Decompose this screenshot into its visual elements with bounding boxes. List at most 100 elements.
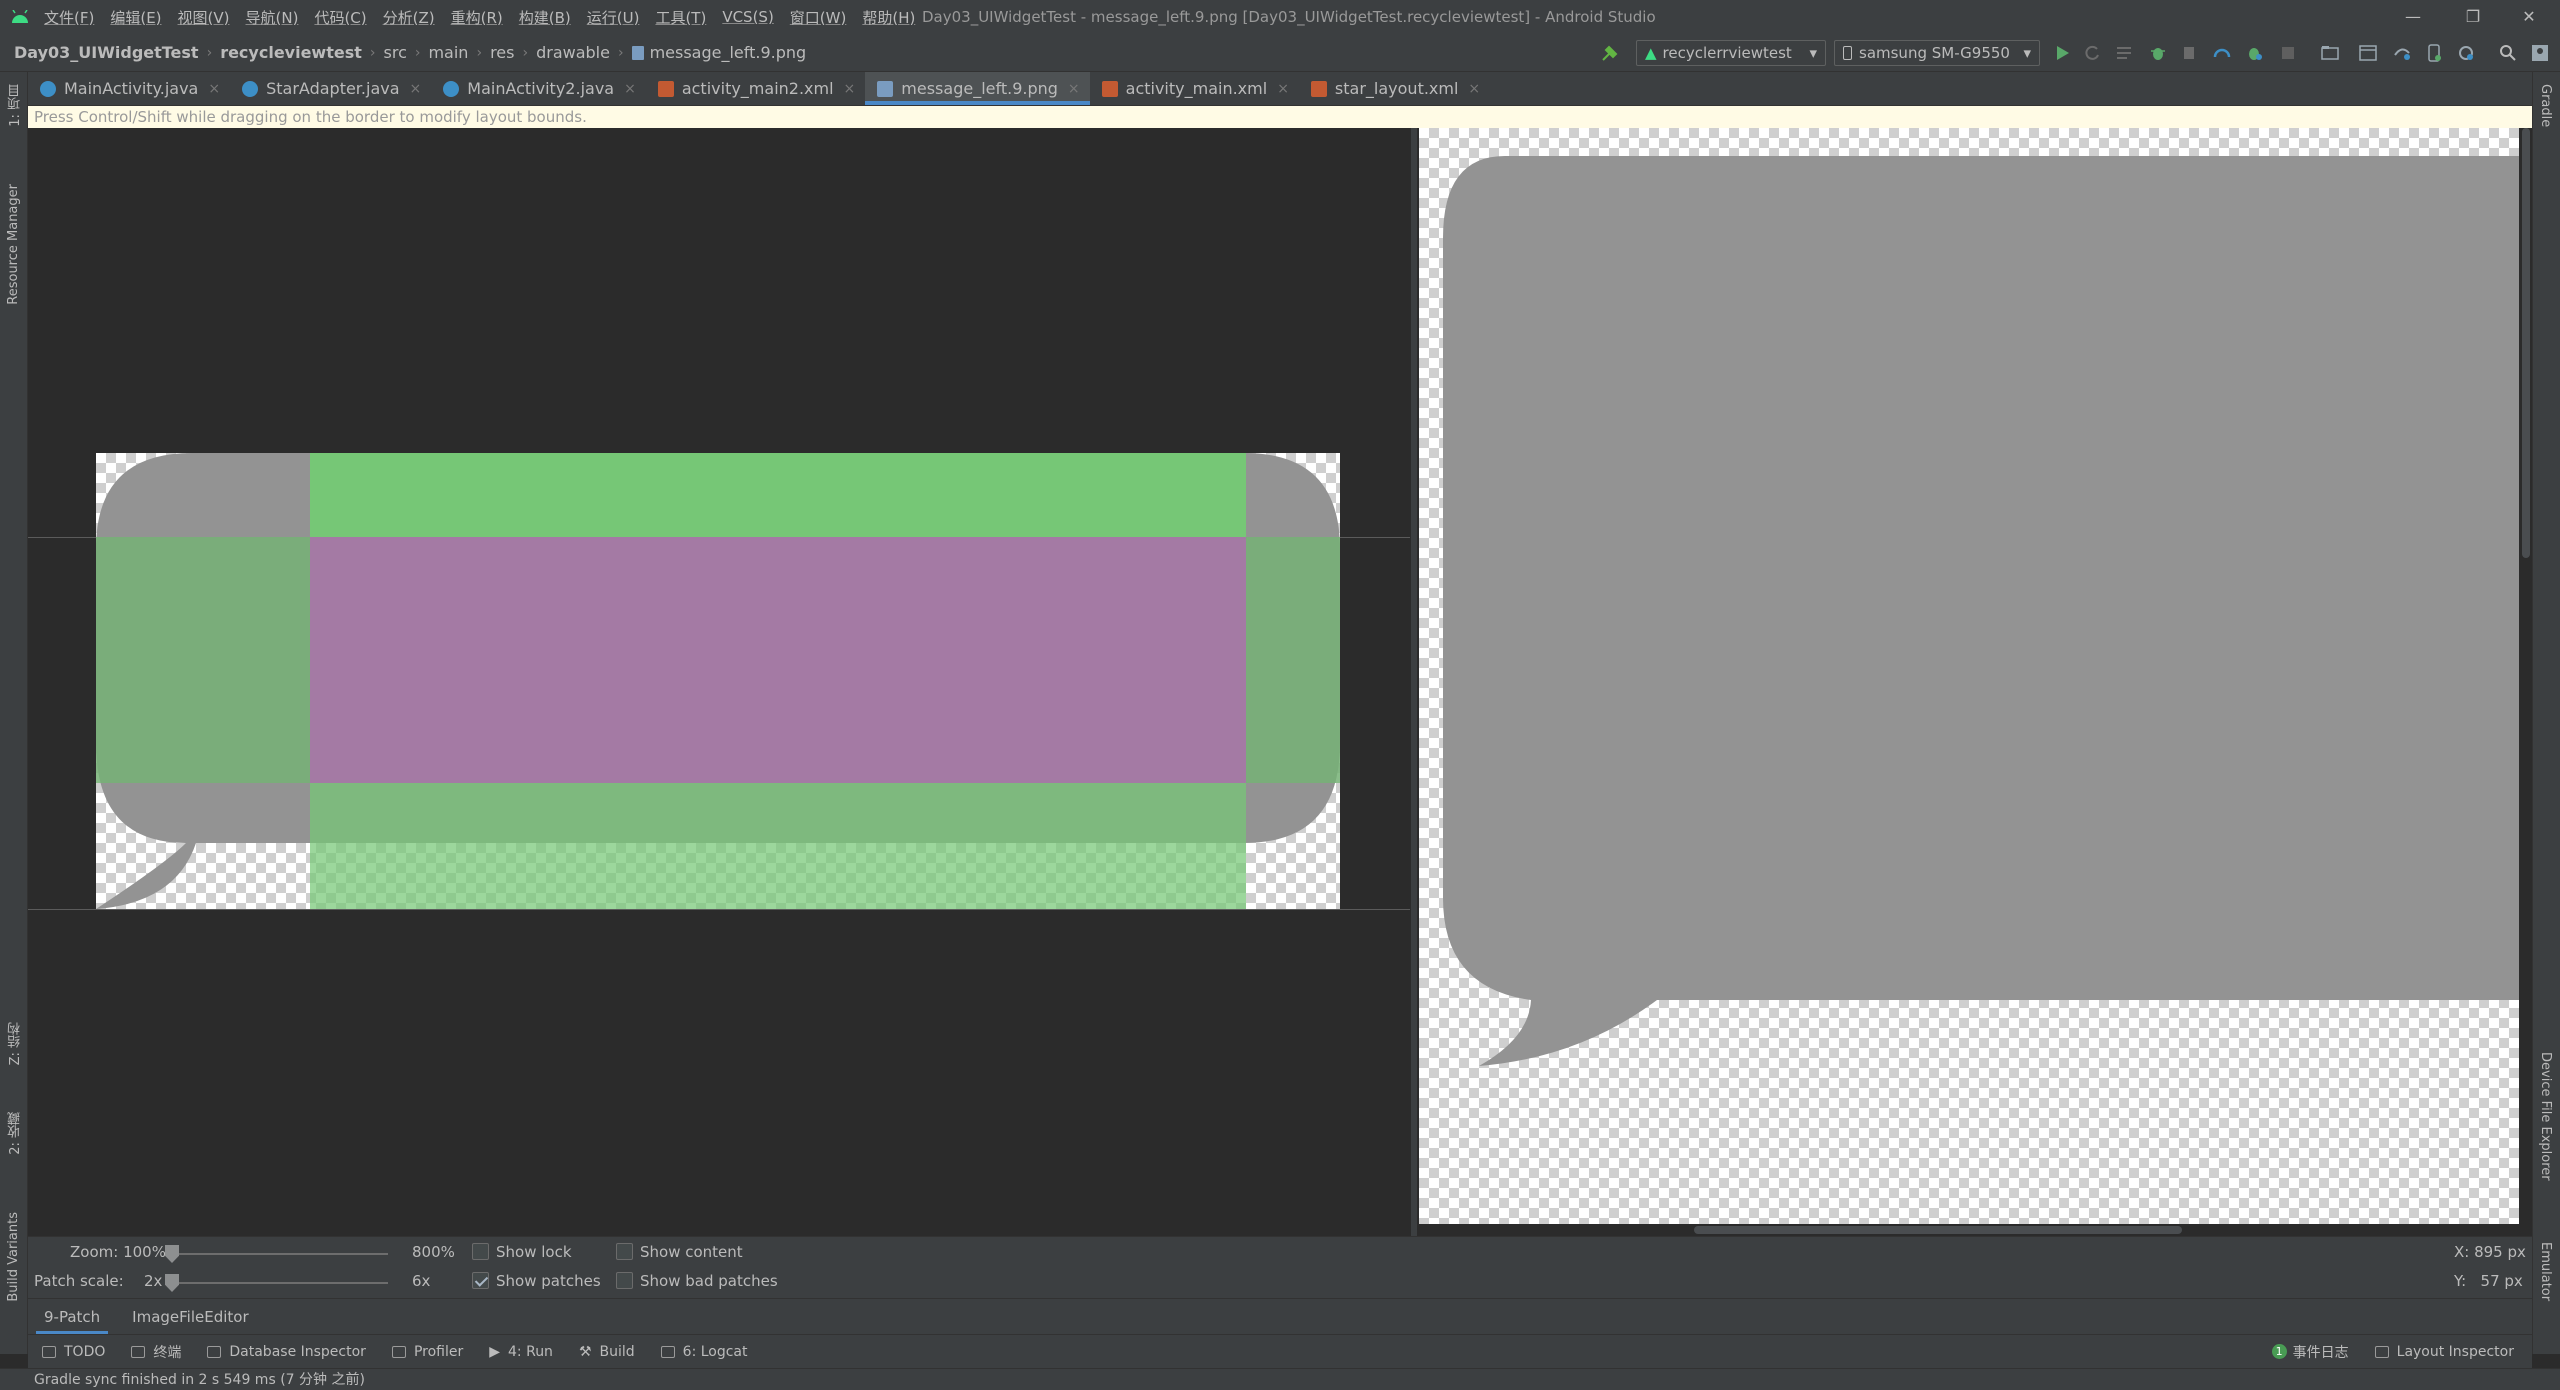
run-tool-button[interactable]: ▶ 4: Run bbox=[489, 1344, 553, 1360]
coverage-icon[interactable] bbox=[2244, 43, 2264, 63]
database-inspector-tool-button[interactable]: Database Inspector bbox=[207, 1344, 366, 1360]
debug-icon[interactable] bbox=[2148, 43, 2168, 63]
patch-scale-slider-thumb[interactable] bbox=[165, 1274, 179, 1292]
sdk-manager-icon[interactable] bbox=[2456, 43, 2476, 63]
event-log-tool-button[interactable]: 1 事件日志 bbox=[2271, 1342, 2349, 1362]
logcat-tool-button[interactable]: 6: Logcat bbox=[660, 1343, 748, 1360]
menu-navigate[interactable]: 导航(N) bbox=[246, 7, 299, 28]
cursor-x-readout: X: 895 px bbox=[2454, 1243, 2526, 1261]
attach-debugger-icon[interactable] bbox=[2180, 43, 2200, 63]
breadcrumb-main[interactable]: main bbox=[428, 43, 468, 62]
close-tab-icon[interactable]: × bbox=[208, 81, 220, 97]
layout-editor-icon[interactable] bbox=[2358, 43, 2378, 63]
editor-splitter[interactable] bbox=[1410, 128, 1418, 1236]
close-tab-icon[interactable]: × bbox=[1277, 81, 1289, 97]
tab-image-file-editor[interactable]: ImageFileEditor bbox=[116, 1299, 264, 1334]
breadcrumb-res[interactable]: res bbox=[490, 43, 514, 62]
breadcrumb-src[interactable]: src bbox=[384, 43, 407, 62]
menu-vcs[interactable]: VCS(S) bbox=[722, 8, 773, 26]
logcat-label: 6: Logcat bbox=[682, 1343, 748, 1360]
device-select[interactable]: samsung SM-G9550 ▾ bbox=[1834, 40, 2040, 66]
terminal-tool-button[interactable]: 终端 bbox=[131, 1342, 181, 1362]
gradle-tool-button[interactable]: Gradle bbox=[2538, 84, 2553, 127]
menu-run[interactable]: 运行(U) bbox=[587, 7, 640, 28]
stretched-bubble-shape bbox=[1443, 156, 2519, 1066]
project-structure-icon[interactable] bbox=[2320, 43, 2340, 63]
menu-refactor[interactable]: 重构(R) bbox=[451, 7, 503, 28]
build-tool-button[interactable]: ⚒ Build bbox=[579, 1344, 635, 1360]
tab-message-left-9-png[interactable]: message_left.9.png × bbox=[865, 72, 1091, 105]
device-file-explorer-tool-button[interactable]: Device File Explorer bbox=[2538, 1052, 2553, 1181]
patch-guide-line-bottom[interactable] bbox=[28, 909, 1410, 910]
tab-star-layout-xml[interactable]: star_layout.xml × bbox=[1299, 72, 1490, 105]
search-icon[interactable] bbox=[2498, 43, 2518, 63]
zoom-slider-thumb[interactable] bbox=[165, 1245, 179, 1263]
apply-changes-icon[interactable] bbox=[2114, 43, 2134, 63]
menu-analyze[interactable]: 分析(Z) bbox=[383, 7, 435, 28]
menu-file[interactable]: 文件(F) bbox=[44, 7, 94, 28]
profiler-label: Profiler bbox=[413, 1343, 464, 1360]
nine-patch-editor-canvas[interactable] bbox=[28, 128, 1410, 1236]
run-configuration-select[interactable]: ▲ recyclerrviewtest ▾ bbox=[1636, 40, 1826, 66]
breadcrumb-file[interactable]: message_left.9.png bbox=[631, 43, 807, 62]
restore-icon[interactable]: ❐ bbox=[2462, 6, 2484, 28]
tab-activity-main2-xml[interactable]: activity_main2.xml × bbox=[646, 72, 865, 105]
breadcrumb-drawable[interactable]: drawable bbox=[536, 43, 610, 62]
favorites-tool-button[interactable]: 2: 收藏 bbox=[6, 1112, 25, 1155]
close-tab-icon[interactable]: × bbox=[624, 81, 636, 97]
tab-mainactivity-java[interactable]: MainActivity.java × bbox=[28, 72, 230, 105]
run-icon[interactable] bbox=[2052, 43, 2072, 63]
chevron-right-icon: › bbox=[369, 44, 376, 61]
close-tab-icon[interactable]: × bbox=[1068, 81, 1080, 97]
sync-gradle-icon[interactable] bbox=[2392, 43, 2412, 63]
minimize-icon[interactable]: — bbox=[2402, 6, 2424, 28]
menu-help[interactable]: 帮助(H) bbox=[862, 7, 915, 28]
emulator-tool-button[interactable]: Emulator bbox=[2538, 1242, 2553, 1301]
tab-9-patch[interactable]: 9-Patch bbox=[28, 1299, 116, 1334]
status-bar: Gradle sync finished in 2 s 549 ms (7 分钟… bbox=[0, 1368, 2560, 1390]
menu-edit[interactable]: 编辑(E) bbox=[110, 7, 161, 28]
show-lock-checkbox[interactable] bbox=[472, 1243, 489, 1260]
tab-mainactivity2-java[interactable]: MainActivity2.java × bbox=[431, 72, 646, 105]
build-variants-tool-button[interactable]: Build Variants bbox=[6, 1212, 21, 1302]
profile-icon[interactable] bbox=[2212, 43, 2232, 63]
nine-patch-image[interactable] bbox=[96, 453, 1340, 909]
menu-build[interactable]: 构建(B) bbox=[519, 7, 571, 28]
phone-icon bbox=[1843, 46, 1852, 60]
preview-horizontal-scrollbar[interactable] bbox=[1694, 1226, 2182, 1234]
show-content-checkbox[interactable] bbox=[616, 1243, 633, 1260]
breadcrumb-project[interactable]: Day03_UIWidgetTest bbox=[14, 43, 199, 62]
tab-activity-main-xml[interactable]: activity_main.xml × bbox=[1090, 72, 1299, 105]
show-bad-patches-checkbox[interactable] bbox=[616, 1272, 633, 1289]
todo-tool-button[interactable]: TODO bbox=[42, 1344, 105, 1360]
account-icon[interactable] bbox=[2530, 43, 2550, 63]
close-window-icon[interactable]: ✕ bbox=[2518, 6, 2540, 28]
close-tab-icon[interactable]: × bbox=[844, 81, 856, 97]
terminal-icon bbox=[131, 1345, 146, 1358]
menu-tools[interactable]: 工具(T) bbox=[655, 7, 706, 28]
avd-manager-icon[interactable] bbox=[2424, 43, 2444, 63]
menu-window[interactable]: 窗口(W) bbox=[790, 7, 847, 28]
hammer-build-icon[interactable] bbox=[1600, 43, 1620, 63]
java-class-icon bbox=[443, 80, 460, 97]
zoom-slider-track[interactable] bbox=[172, 1253, 388, 1255]
tab-staradapter-java[interactable]: StarAdapter.java × bbox=[230, 72, 431, 105]
close-tab-icon[interactable]: × bbox=[410, 81, 422, 97]
menu-code[interactable]: 代码(C) bbox=[314, 7, 366, 28]
project-tool-button[interactable]: 1: 项目 bbox=[6, 84, 25, 127]
layout-inspector-tool-button[interactable]: Layout Inspector bbox=[2374, 1344, 2514, 1360]
close-tab-icon[interactable]: × bbox=[1468, 81, 1480, 97]
patch-scale-label: Patch scale: bbox=[34, 1272, 124, 1290]
preview-vertical-scrollbar[interactable] bbox=[2522, 128, 2530, 558]
patch-scale-slider-track[interactable] bbox=[172, 1282, 388, 1284]
structure-tool-button[interactable]: Z: 结构 bbox=[6, 1022, 25, 1065]
rerun-icon[interactable] bbox=[2082, 43, 2102, 63]
resource-manager-tool-button[interactable]: Resource Manager bbox=[6, 184, 21, 305]
show-patches-checkbox[interactable] bbox=[472, 1272, 489, 1289]
breadcrumb-file-label: message_left.9.png bbox=[649, 43, 807, 62]
stop-icon[interactable] bbox=[2278, 43, 2298, 63]
breadcrumb-module[interactable]: recycleviewtest bbox=[220, 43, 362, 62]
menu-view[interactable]: 视图(V) bbox=[178, 7, 230, 28]
profiler-tool-button[interactable]: Profiler bbox=[391, 1343, 464, 1360]
build-label: Build bbox=[599, 1343, 635, 1360]
